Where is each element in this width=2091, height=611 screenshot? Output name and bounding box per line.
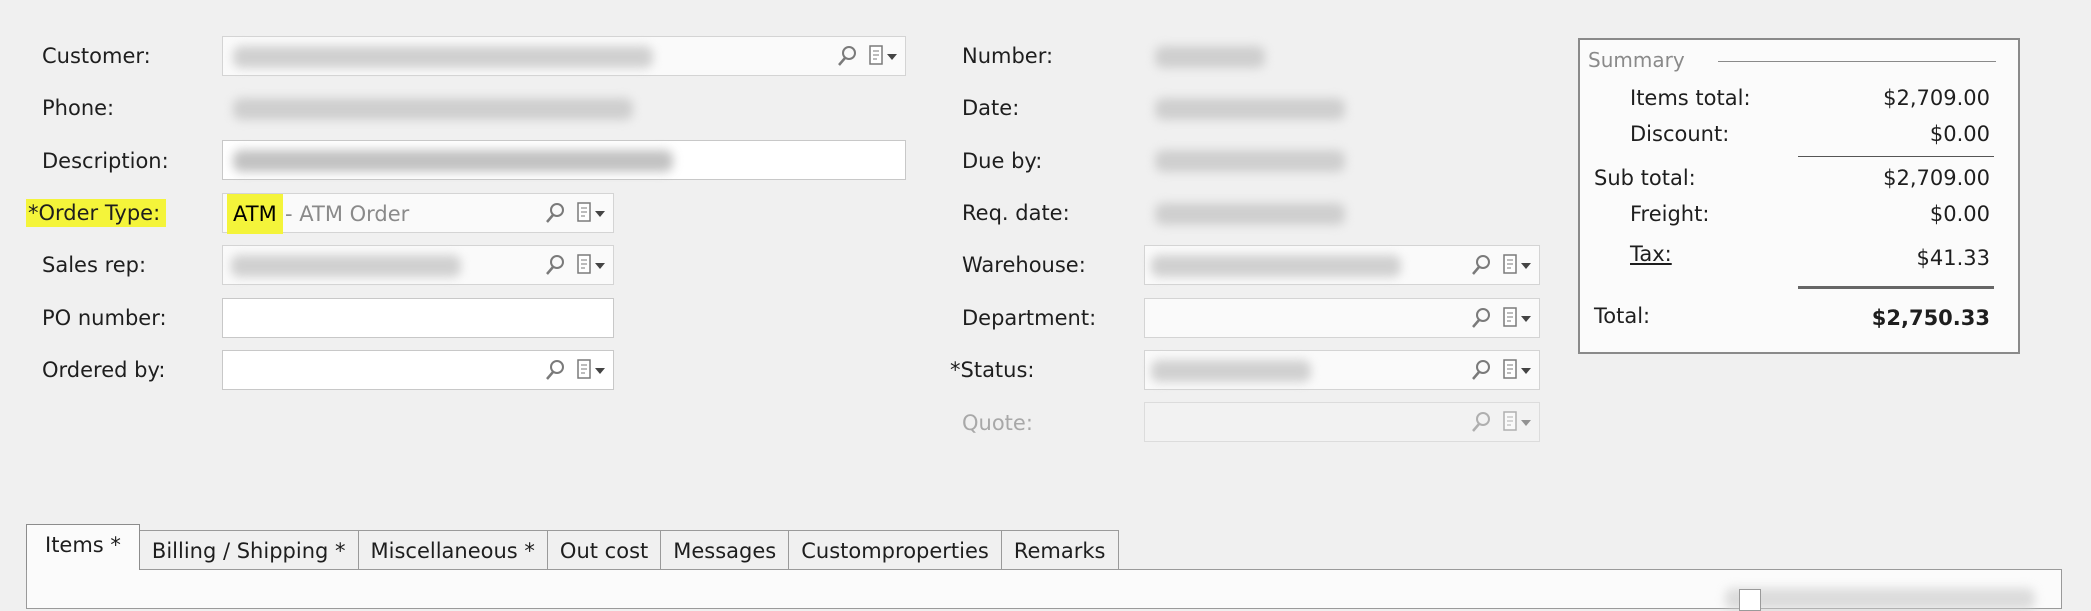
phone-field	[222, 88, 682, 128]
tab-out-cost[interactable]: Out cost	[546, 530, 662, 570]
freight-value: $0.00	[1929, 202, 1990, 226]
freight-label: Freight:	[1630, 202, 1710, 226]
redacted-value	[233, 150, 673, 172]
magnifier-icon[interactable]	[545, 357, 567, 383]
order-type-code: ATM	[227, 194, 283, 234]
picker-dropdown-icon[interactable]	[1501, 305, 1535, 331]
number-field	[1144, 36, 1344, 76]
total-label: Total:	[1594, 304, 1651, 328]
discount-label: Discount:	[1630, 122, 1730, 146]
department-label: Department:	[962, 306, 1097, 330]
redacted-value	[233, 98, 633, 120]
warehouse-field[interactable]	[1144, 245, 1540, 285]
ordered-by-label: Ordered by:	[42, 358, 166, 382]
due-by-field[interactable]	[1144, 140, 1364, 180]
picker-dropdown-icon[interactable]	[867, 43, 901, 69]
status-label: *Status:	[950, 358, 1035, 382]
subtotal-divider	[1798, 156, 1994, 157]
sub-total-label: Sub total:	[1594, 166, 1696, 190]
due-by-label: Due by:	[962, 149, 1043, 173]
date-field[interactable]	[1144, 88, 1364, 128]
phone-label: Phone:	[42, 96, 115, 120]
discount-value: $0.00	[1929, 122, 1990, 146]
tab-remarks[interactable]: Remarks	[1000, 530, 1119, 570]
magnifier-icon[interactable]	[545, 200, 567, 226]
picker-dropdown-icon[interactable]	[575, 357, 609, 383]
order-type-description: - ATM Order	[285, 202, 410, 226]
redacted-value	[1155, 203, 1345, 225]
magnifier-icon[interactable]	[545, 252, 567, 278]
sales-rep-field[interactable]	[222, 245, 614, 285]
redacted-value	[1155, 46, 1265, 68]
tab-messages[interactable]: Messages	[660, 530, 790, 570]
ordered-by-field[interactable]	[222, 350, 614, 390]
description-field[interactable]	[222, 140, 906, 180]
magnifier-icon[interactable]	[1471, 305, 1493, 331]
warehouse-label: Warehouse:	[962, 253, 1086, 277]
total-divider	[1798, 286, 1994, 289]
tab-miscellaneous[interactable]: Miscellaneous *	[357, 530, 548, 570]
picker-dropdown-icon[interactable]	[1501, 252, 1535, 278]
po-number-label: PO number:	[42, 306, 167, 330]
tab-strip: Items * Billing / Shipping * Miscellaneo…	[26, 524, 1119, 570]
redacted-value	[231, 255, 461, 277]
redacted-value	[1155, 98, 1345, 120]
magnifier-icon	[1471, 409, 1493, 435]
customer-field[interactable]	[222, 36, 906, 76]
po-number-field[interactable]	[222, 298, 614, 338]
tax-link[interactable]: Tax:	[1630, 240, 1672, 268]
quote-field	[1144, 402, 1540, 442]
req-date-field[interactable]	[1144, 193, 1364, 233]
summary-legend-line	[1718, 61, 1996, 62]
description-label: Description:	[42, 149, 169, 173]
picker-dropdown-icon[interactable]	[1501, 357, 1535, 383]
magnifier-icon[interactable]	[1471, 357, 1493, 383]
sales-rep-label: Sales rep:	[42, 253, 147, 277]
tax-value: $41.33	[1916, 246, 1990, 270]
redacted-value	[1725, 588, 2035, 610]
department-field[interactable]	[1144, 298, 1540, 338]
total-value: $2,750.33	[1871, 306, 1990, 330]
tab-billing-shipping[interactable]: Billing / Shipping *	[138, 530, 359, 570]
tab-customproperties[interactable]: Customproperties	[788, 530, 1002, 570]
redacted-value	[1151, 255, 1401, 277]
redacted-value	[1155, 150, 1345, 172]
number-label: Number:	[962, 44, 1054, 68]
redacted-value	[233, 46, 653, 68]
summary-legend: Summary	[1588, 48, 1685, 72]
tab-content-panel	[26, 569, 2062, 611]
date-label: Date:	[962, 96, 1020, 120]
picker-dropdown-icon	[1501, 409, 1535, 435]
sub-total-value: $2,709.00	[1883, 166, 1990, 190]
tab-items[interactable]: Items *	[26, 524, 140, 570]
quote-label: Quote:	[962, 411, 1033, 435]
redacted-value	[1151, 360, 1311, 382]
picker-dropdown-icon[interactable]	[575, 200, 609, 226]
panel-checkbox[interactable]	[1739, 589, 1761, 611]
magnifier-icon[interactable]	[1471, 252, 1493, 278]
items-total-label: Items total:	[1630, 86, 1751, 110]
req-date-label: Req. date:	[962, 201, 1070, 225]
picker-dropdown-icon[interactable]	[575, 252, 609, 278]
status-field[interactable]	[1144, 350, 1540, 390]
magnifier-icon[interactable]	[837, 43, 859, 69]
order-type-label: *Order Type:	[26, 199, 167, 227]
customer-label: Customer:	[42, 44, 151, 68]
summary-group: Summary Items total: $2,709.00 Discount:…	[1578, 38, 2020, 354]
items-total-value: $2,709.00	[1883, 86, 1990, 110]
order-type-field[interactable]: ATM - ATM Order	[222, 193, 614, 234]
